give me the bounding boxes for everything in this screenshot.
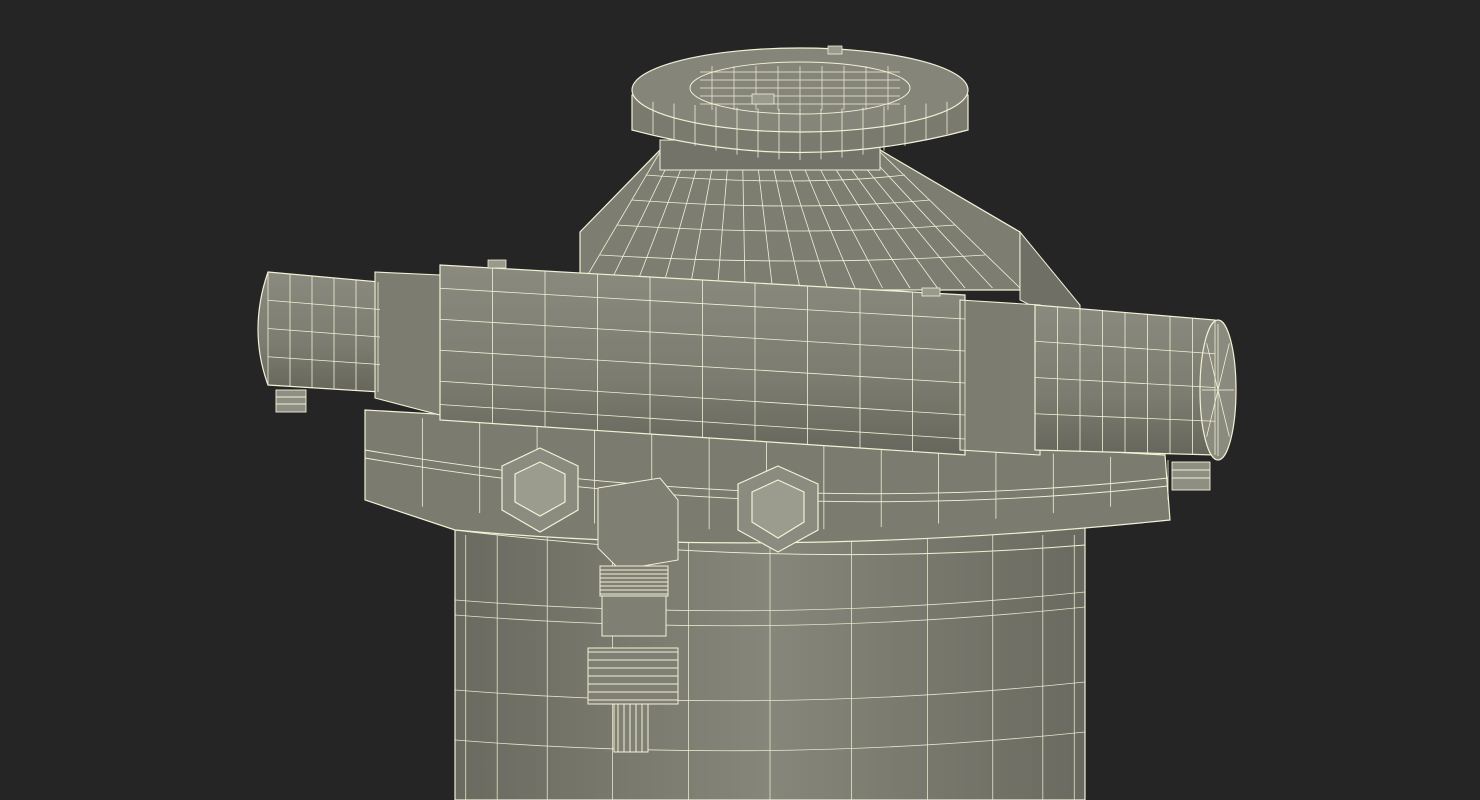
model-viewport xyxy=(0,0,1480,800)
top-cap xyxy=(631,45,969,171)
wireframe-scene xyxy=(257,45,1237,800)
cylinder-body xyxy=(454,519,1086,800)
